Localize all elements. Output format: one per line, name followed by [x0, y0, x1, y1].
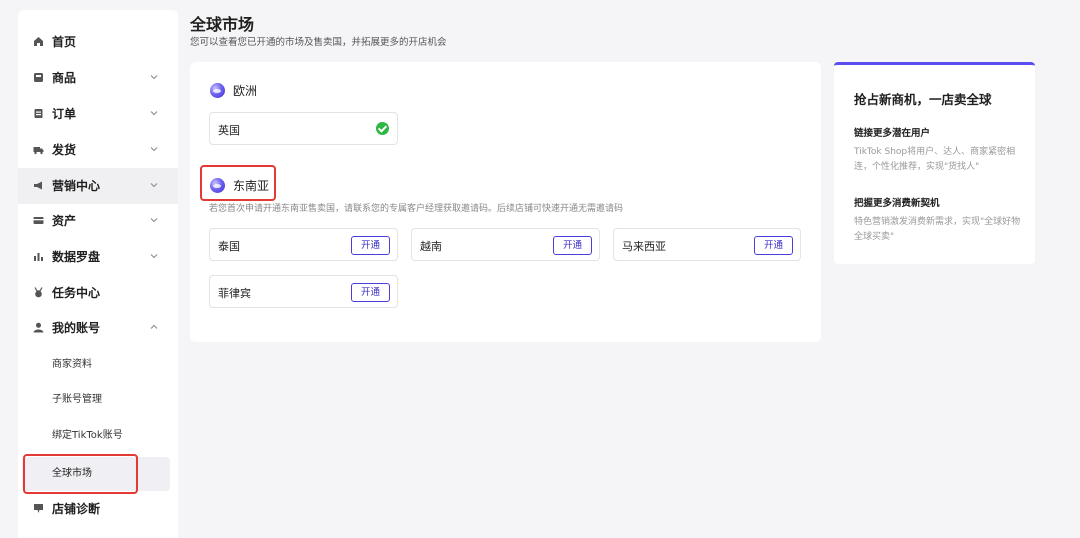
sidebar-item-task-center[interactable]: 任务中心: [18, 275, 178, 311]
sidebar-item-my-account[interactable]: 我的账号: [18, 310, 178, 346]
truck-icon: [33, 147, 44, 155]
sidebar-subitem-sub-accounts[interactable]: 子账号管理: [22, 383, 170, 417]
checkmark-icon: [376, 122, 389, 135]
sidebar-item-label: 订单: [52, 107, 77, 121]
sidebar-item-label: 发货: [52, 143, 77, 157]
chevron-down-icon: [150, 254, 158, 259]
sidebar-item-products[interactable]: 商品: [18, 60, 178, 96]
country-card-uk: 英国: [209, 112, 398, 145]
bar-chart-icon: [34, 253, 43, 261]
country-name: 菲律宾: [218, 287, 251, 300]
sidebar-item-label: 资产: [52, 214, 77, 228]
country-card-malaysia: 马来西亚 开通: [613, 228, 801, 261]
promo-heading: 把握更多消费新契机: [854, 198, 940, 209]
sidebar-item-data-compass[interactable]: 数据罗盘: [18, 239, 178, 275]
region-hint: 若您首次申请开通东南亚售卖国，请联系您的专属客户经理获取邀请码。后续店铺可快速开…: [209, 204, 624, 214]
sidebar-item-shipping[interactable]: 发货: [18, 132, 178, 168]
chevron-down-icon: [150, 111, 158, 116]
country-card-vietnam: 越南 开通: [411, 228, 600, 261]
promo-title: 抢占新商机，一店卖全球: [854, 92, 992, 107]
sidebar-subitem-merchant-profile[interactable]: 商家资料: [22, 348, 170, 382]
country-card-philippines: 菲律宾 开通: [209, 275, 398, 308]
order-icon: [34, 109, 43, 118]
country-name: 越南: [420, 240, 442, 253]
region-header-europe: 欧洲: [210, 82, 257, 99]
sidebar-item-label: 数据罗盘: [52, 250, 101, 264]
sidebar-item-marketing[interactable]: 营销中心: [18, 168, 178, 204]
chevron-down-icon: [150, 183, 158, 188]
card-icon: [33, 217, 44, 224]
country-card-thailand: 泰国 开通: [209, 228, 398, 261]
sidebar-item-home[interactable]: 首页: [18, 24, 178, 60]
sidebar-subitem-label: 子账号管理: [52, 394, 102, 405]
chevron-down-icon: [150, 75, 158, 80]
region-name: 欧洲: [233, 84, 258, 98]
open-button-malaysia[interactable]: 开通: [754, 236, 793, 255]
medal-icon: [34, 287, 43, 298]
sidebar-item-label: 首页: [52, 35, 77, 49]
sidebar-item-orders[interactable]: 订单: [18, 96, 178, 132]
product-icon: [34, 73, 43, 82]
country-name: 英国: [218, 124, 240, 137]
highlight-box-global-market: [23, 454, 138, 494]
page-subtitle: 您可以查看您已开通的市场及售卖国，并拓展更多的开店机会: [190, 37, 447, 48]
open-button-thailand[interactable]: 开通: [351, 236, 390, 255]
page-title: 全球市场: [190, 15, 255, 34]
sidebar-item-assets[interactable]: 资产: [18, 203, 178, 239]
sidebar-subitem-label: 商家资料: [52, 359, 92, 370]
user-icon: [33, 322, 44, 333]
open-button-philippines[interactable]: 开通: [351, 283, 390, 302]
chevron-down-icon: [150, 147, 158, 152]
sidebar-item-label: 店铺诊断: [52, 502, 101, 516]
sidebar-subitem-bind-tiktok[interactable]: 绑定TikTok账号: [22, 419, 170, 453]
promo-text: TikTok Shop将用户、达人、商家紧密相连，个性化推荐，实现"货找人": [854, 147, 1016, 172]
country-name: 马来西亚: [622, 240, 666, 253]
globe-icon: [210, 83, 225, 98]
sidebar-subitem-label: 绑定TikTok账号: [52, 430, 123, 441]
open-button-vietnam[interactable]: 开通: [553, 236, 592, 255]
sidebar-item-label: 营销中心: [52, 179, 101, 193]
diagnosis-icon: [34, 504, 43, 513]
promo-heading: 链接更多潜在用户: [854, 128, 931, 139]
home-icon: [34, 37, 43, 46]
sidebar-item-label: 任务中心: [52, 286, 101, 300]
highlight-box-sea: [200, 165, 276, 201]
chevron-up-icon: [150, 324, 158, 329]
promo-card: 抢占新商机，一店卖全球 链接更多潜在用户 TikTok Shop将用户、达人、商…: [834, 62, 1035, 264]
chevron-down-icon: [150, 218, 158, 223]
megaphone-icon: [34, 181, 42, 190]
sidebar-item-shop-diagnosis[interactable]: 店铺诊断: [18, 491, 178, 527]
promo-text: 特色营销激发消费新需求，实现"全球好物 全球买卖": [854, 217, 1021, 242]
country-name: 泰国: [218, 240, 240, 253]
sidebar-item-label: 我的账号: [52, 321, 101, 335]
sidebar-item-label: 商品: [52, 71, 77, 85]
